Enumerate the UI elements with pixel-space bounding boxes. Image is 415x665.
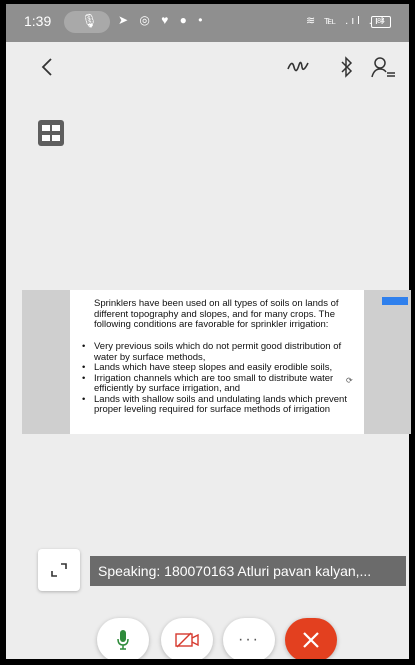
cursor-icon: ⟳ [346, 376, 353, 385]
slide-bullet: Lands with shallow soils and undulating … [78, 394, 354, 416]
video-toggle-button[interactable] [161, 618, 213, 662]
bottom-edge [6, 659, 409, 665]
layout-toggle-button[interactable] [38, 120, 64, 146]
close-icon [303, 632, 319, 648]
expand-icon [51, 563, 67, 577]
speaking-banner: Speaking: 180070163 Atluri pavan kalyan,… [90, 556, 406, 586]
mute-button[interactable] [97, 618, 149, 662]
presenter-tag [382, 297, 408, 305]
participants-icon [371, 57, 395, 78]
status-time: 1:39 [24, 13, 52, 29]
bluetooth-button[interactable] [330, 50, 364, 84]
bluetooth-icon [341, 56, 353, 78]
status-bar: 1:39 🎙 ➤ ◎ ♥ ● • ≋ ℡ .ıl .ıl 84 [6, 4, 409, 42]
app-screen: 1:39 🎙 ➤ ◎ ♥ ● • ≋ ℡ .ıl .ıl 84 Sprinkle… [6, 4, 415, 665]
participants-button[interactable] [366, 50, 400, 84]
meeting-toolbar [6, 42, 409, 94]
grid-cell [42, 125, 50, 131]
slide-bullet: Irrigation channels which are too small … [78, 373, 354, 395]
more-options-button[interactable]: ··· [223, 618, 275, 662]
shared-slide: Sprinklers have been used on all types o… [70, 290, 364, 434]
grid-cell [52, 125, 60, 131]
video-off-icon [175, 632, 199, 648]
fullscreen-button[interactable] [38, 549, 80, 591]
whiteboard-icon [287, 61, 309, 72]
back-arrow-icon [41, 58, 52, 76]
mic-status-icon: 🎙 [81, 13, 98, 28]
more-dots-icon: ··· [238, 631, 260, 648]
slide-intro-text: Sprinklers have been used on all types o… [94, 298, 339, 330]
slide-bullet: Lands which have steep slopes and easily… [78, 362, 354, 374]
notification-icons: ➤ ◎ ♥ ● • [118, 13, 207, 27]
grid-cell [52, 135, 60, 141]
end-call-button[interactable] [285, 618, 337, 662]
microphone-icon [117, 630, 129, 650]
slide-bullet: Very previous soils which do not permit … [78, 341, 354, 363]
grid-cell [42, 135, 50, 141]
slide-bullet-list: Very previous soils which do not permit … [78, 341, 354, 416]
recording-indicator: 🎙 [64, 11, 110, 33]
whiteboard-button[interactable] [282, 50, 316, 84]
battery-icon: 84 [371, 16, 391, 28]
back-button[interactable] [30, 50, 64, 84]
